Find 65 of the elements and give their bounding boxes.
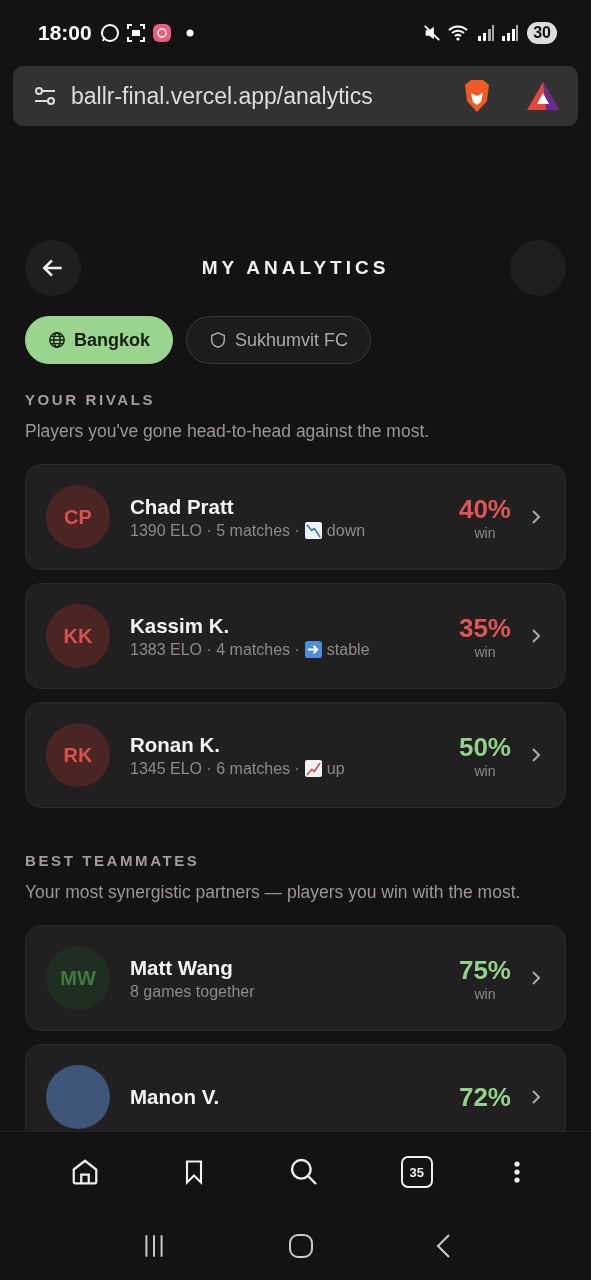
avatar: KK	[46, 604, 110, 668]
url-text[interactable]: ballr-final.vercel.app/analytics	[71, 82, 448, 110]
settings-icon[interactable]	[33, 84, 57, 108]
trend-label: down	[326, 521, 366, 540]
chat-icon	[99, 23, 120, 43]
section-heading: BEST TEAMMATES	[25, 852, 201, 869]
win-rate: 72%	[458, 1081, 511, 1113]
player-name: Kassim K.	[130, 613, 231, 638]
globe-icon	[48, 331, 66, 349]
player-name: Chad Pratt	[130, 494, 235, 519]
address-bar[interactable]: ballr-final.vercel.app/analytics	[13, 66, 578, 126]
player-name: Manon V.	[130, 1085, 221, 1109]
win-label: win	[474, 762, 496, 779]
section-heading: YOUR RIVALS	[25, 391, 156, 408]
rival-card[interactable]: RK Ronan K. 1345 ELO · 6 matches · up 50% win	[25, 702, 566, 808]
rival-card[interactable]: KK Kassim K. 1383 ELO · 4 matches · stable 35% win	[25, 583, 566, 689]
home-button-icon[interactable]	[287, 1233, 314, 1259]
shield-icon	[209, 331, 228, 349]
player-stats: 1345 ELO · 6 matches ·	[130, 759, 300, 778]
status-time: 18:00	[38, 21, 92, 45]
avatar: RK	[46, 723, 110, 787]
win-rate: 40%	[458, 493, 511, 525]
player-stats: 1390 ELO · 5 matches ·	[130, 521, 300, 540]
chevron-icon	[531, 1089, 541, 1105]
chevron-icon	[531, 970, 541, 986]
chevron-icon	[531, 509, 541, 525]
signal-icon	[501, 24, 520, 42]
page-title: MY ANALYTICS	[201, 257, 390, 279]
battery-level: 30	[527, 22, 557, 44]
chart-up-icon	[304, 760, 322, 777]
player-name: Matt Wang	[130, 955, 234, 980]
notification-dot-icon	[185, 29, 194, 37]
win-rate: 50%	[458, 731, 511, 763]
section-description: Players you've gone head-to-head against the most.	[25, 420, 431, 443]
player-stats: 1383 ELO · 4 matches ·	[130, 640, 300, 659]
chart-down-icon	[304, 522, 322, 539]
avatar: CP	[46, 485, 110, 549]
section-description: Your most synergistic partners — players you win with the most.	[25, 881, 522, 904]
back-icon[interactable]	[434, 1233, 451, 1259]
lion-shield-icon[interactable]	[462, 79, 492, 113]
chevron-icon	[531, 747, 541, 763]
triangle-logo-icon[interactable]	[526, 81, 560, 111]
player-name: Ronan K.	[130, 732, 221, 757]
screenshot-icon	[125, 23, 146, 43]
win-label: win	[474, 524, 496, 541]
win-rate: 35%	[458, 612, 511, 644]
win-label: win	[474, 985, 496, 1002]
trend-label: up	[326, 759, 345, 778]
signal-icon	[477, 24, 496, 42]
rival-card[interactable]: CP Chad Pratt 1390 ELO · 5 matches · down 40% win	[25, 464, 566, 570]
teammate-card[interactable]: Manon V. 72%	[25, 1044, 566, 1131]
more-menu-icon[interactable]	[512, 1159, 521, 1185]
tab-count-button[interactable]: 35	[400, 1156, 433, 1188]
filter-chip[interactable]: Bangkok	[25, 316, 174, 364]
app-icon	[151, 23, 172, 43]
mute-icon	[423, 24, 442, 42]
trend-label: stable	[326, 640, 370, 659]
teammate-card[interactable]: MW Matt Wang 8 games together 75% win	[25, 925, 566, 1031]
win-label: win	[474, 643, 496, 660]
filter-chip[interactable]: Sukhumvit FC	[186, 316, 372, 364]
player-stats: 8 games together	[130, 982, 256, 1001]
chevron-icon	[531, 628, 541, 644]
avatar: MW	[46, 946, 110, 1010]
win-rate: 75%	[458, 954, 511, 986]
right-arrow-icon	[304, 641, 322, 658]
